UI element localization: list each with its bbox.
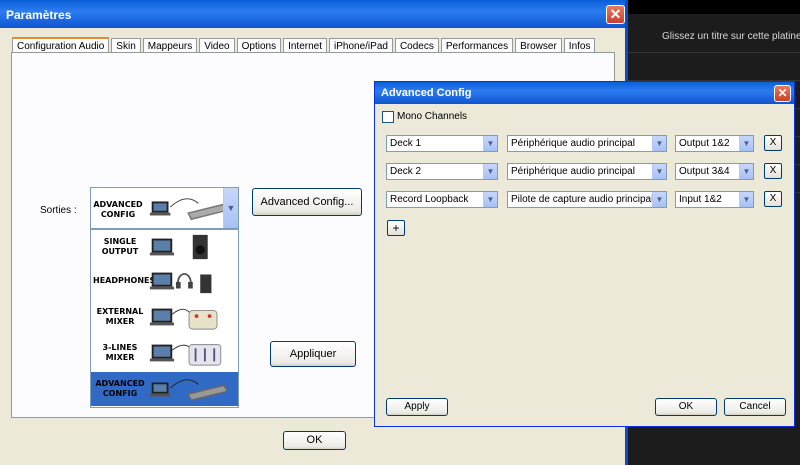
sorties-list: SINGLEOUTPUT HEADPHONES EXTERNALMIXER [90, 229, 239, 408]
output-value: Output 1&2 [679, 138, 730, 149]
output-select[interactable]: Output 1&2 ▼ [675, 135, 754, 152]
mono-channels-checkbox[interactable] [382, 111, 394, 123]
output-option-3-lines-mixer[interactable]: 3-LINES MIXER [91, 336, 238, 370]
dialog-title: Advanced Config [381, 87, 472, 99]
output-option-label: 3-LINES MIXER [93, 343, 147, 363]
output-option-label: HEADPHONES [93, 276, 156, 286]
output-select[interactable]: Output 3&4 ▼ [675, 163, 754, 180]
parametres-titlebar[interactable]: Paramètres [0, 0, 625, 28]
output-option-single-output[interactable]: SINGLE OUTPUT [91, 230, 238, 264]
remove-row-button[interactable]: X [764, 191, 782, 207]
external-mixer-image [149, 308, 218, 330]
device-select[interactable]: Périphérique audio principal ▼ [507, 135, 667, 152]
chevron-down-icon[interactable]: ▼ [652, 164, 666, 179]
chevron-down-icon[interactable]: ▼ [483, 136, 497, 151]
close-icon: ✕ [609, 6, 622, 22]
option-line2: OUTPUT [101, 247, 139, 256]
ok-button[interactable]: OK [283, 431, 346, 450]
chevron-down-icon[interactable]: ▼ [739, 164, 753, 179]
advanced-config-button[interactable]: Advanced Config... [252, 188, 362, 216]
selected-output-name: ADVANCED CONFIG [91, 200, 145, 220]
advanced-config-titlebar[interactable]: Advanced Config [375, 82, 794, 104]
sorties-dropdown[interactable]: ADVANCED CONFIG ▼ [90, 187, 239, 229]
output-option-headphones[interactable]: HEADPHONES [91, 264, 238, 298]
selected-output-line2: CONFIG [100, 210, 136, 219]
chevron-down-icon[interactable]: ▼ [739, 136, 753, 151]
device-value: Pilote de capture audio principal [511, 194, 654, 205]
close-icon: ✕ [777, 86, 788, 100]
chevron-down-icon[interactable]: ▼ [483, 192, 497, 207]
deck-value: Deck 2 [390, 166, 422, 177]
apply-button[interactable]: Apply [386, 398, 448, 416]
deck-value: Deck 1 [390, 138, 422, 149]
advanced-config-dialog: Advanced Config ✕ Mono Channels Deck 1 ▼ … [374, 81, 795, 427]
output-value: Input 1&2 [679, 194, 722, 205]
speaker-image [149, 234, 208, 260]
mono-channels-label: Mono Channels [397, 111, 468, 122]
close-button[interactable]: ✕ [606, 5, 625, 24]
output-select[interactable]: Input 1&2 ▼ [675, 191, 754, 208]
close-button[interactable]: ✕ [774, 85, 791, 102]
sorties-label: Sorties : [40, 205, 77, 216]
advanced-config-image [149, 379, 229, 402]
option-line1: 3-LINES [102, 343, 138, 352]
chevron-down-icon[interactable]: ▼ [652, 192, 666, 207]
chevron-down-icon[interactable]: ▼ [652, 136, 666, 151]
option-line1: ADVANCED [95, 379, 145, 388]
output-option-label: SINGLE OUTPUT [93, 237, 147, 257]
add-row-button[interactable]: + [387, 220, 405, 236]
selected-output-line1: ADVANCED [93, 200, 143, 209]
device-select[interactable]: Périphérique audio principal ▼ [507, 163, 667, 180]
three-lines-mixer-image [149, 344, 222, 366]
chevron-down-icon[interactable]: ▼ [223, 188, 238, 228]
deck-select[interactable]: Deck 2 ▼ [386, 163, 498, 180]
option-line2: MIXER [105, 353, 135, 362]
mixer-image [149, 198, 229, 221]
remove-row-button[interactable]: X [764, 163, 782, 179]
output-option-label: ADVANCED CONFIG [93, 379, 147, 399]
ok-button[interactable]: OK [655, 398, 717, 416]
background-strip [628, 52, 800, 80]
option-line1: EXTERNAL [96, 307, 144, 316]
chevron-down-icon[interactable]: ▼ [739, 192, 753, 207]
output-option-advanced-config[interactable]: ADVANCED CONFIG [91, 372, 238, 406]
deck-value: Record Loopback [390, 194, 469, 205]
output-option-external-mixer[interactable]: EXTERNAL MIXER [91, 300, 238, 334]
option-line1: HEADPHONES [93, 276, 156, 285]
deck-drop-hint: Glissez un titre sur cette platine p [662, 31, 800, 42]
window-title: Paramètres [6, 8, 72, 22]
deck-select[interactable]: Deck 1 ▼ [386, 135, 498, 152]
option-line2: CONFIG [102, 389, 138, 398]
output-option-label: EXTERNAL MIXER [93, 307, 147, 327]
device-value: Périphérique audio principal [511, 138, 635, 149]
output-value: Output 3&4 [679, 166, 730, 177]
chevron-down-icon[interactable]: ▼ [483, 164, 497, 179]
remove-row-button[interactable]: X [764, 135, 782, 151]
option-line1: SINGLE [103, 237, 137, 246]
appliquer-button[interactable]: Appliquer [270, 341, 356, 367]
background-app-top-bar [628, 0, 800, 14]
headphones-image [149, 272, 212, 294]
option-line2: MIXER [105, 317, 135, 326]
device-select[interactable]: Pilote de capture audio principal ▼ [507, 191, 667, 208]
deck-select[interactable]: Record Loopback ▼ [386, 191, 498, 208]
tab-bar: Configuration Audio Skin Mappeurs Video Opti… [12, 36, 597, 55]
device-value: Périphérique audio principal [511, 166, 635, 177]
cancel-button[interactable]: Cancel [724, 398, 786, 416]
